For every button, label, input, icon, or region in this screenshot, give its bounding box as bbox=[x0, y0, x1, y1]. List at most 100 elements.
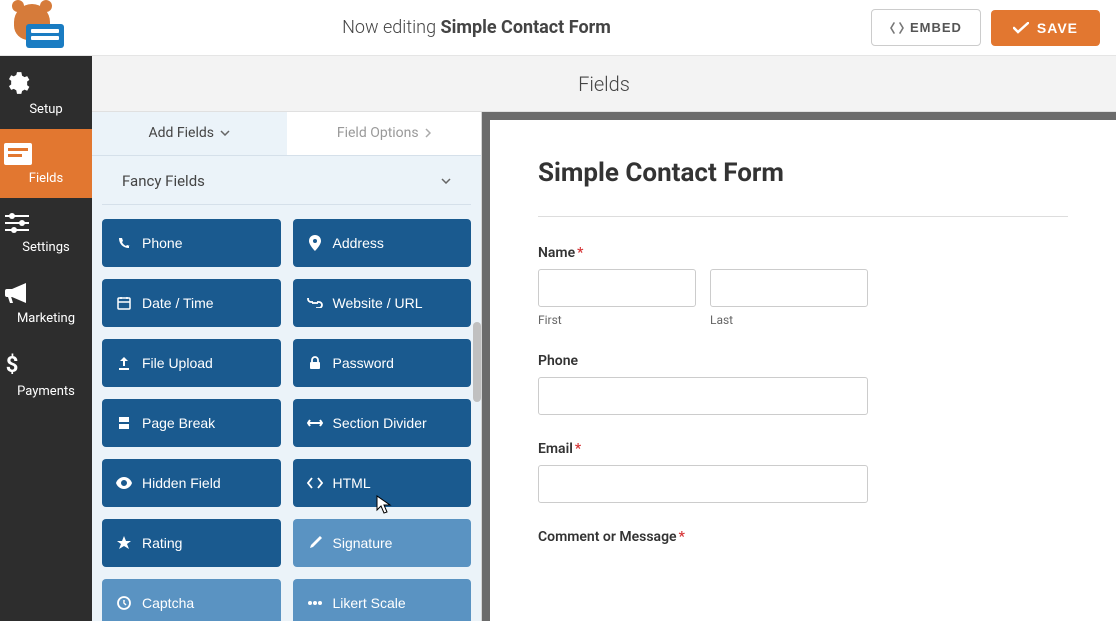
nav-label: Marketing bbox=[17, 311, 75, 326]
embed-label: EMBED bbox=[910, 20, 962, 35]
field-palette: Add Fields Field Options Fancy Fields Ph… bbox=[92, 112, 482, 621]
side-nav: Setup Fields Settings Marketing $ Paymen… bbox=[0, 56, 92, 621]
field-captcha[interactable]: Captcha bbox=[102, 579, 281, 621]
field-address[interactable]: Address bbox=[293, 219, 472, 267]
pencil-icon bbox=[307, 536, 323, 550]
required-mark: * bbox=[575, 441, 581, 457]
phone-label: Phone bbox=[538, 353, 1068, 369]
field-label: Date / Time bbox=[142, 295, 214, 311]
field-section-divider[interactable]: Section Divider bbox=[293, 399, 472, 447]
nav-label: Setup bbox=[29, 102, 62, 117]
field-label: Captcha bbox=[142, 595, 194, 611]
required-mark: * bbox=[577, 245, 583, 261]
save-label: SAVE bbox=[1037, 20, 1078, 36]
eye-icon bbox=[116, 477, 132, 489]
field-label: Section Divider bbox=[333, 415, 427, 431]
phone-icon bbox=[116, 236, 132, 250]
field-comment[interactable]: Comment or Message* bbox=[538, 529, 1068, 545]
field-hidden-field[interactable]: Hidden Field bbox=[102, 459, 281, 507]
upload-icon bbox=[116, 356, 132, 370]
section-fancy-fields[interactable]: Fancy Fields bbox=[102, 156, 471, 205]
nav-settings[interactable]: Settings bbox=[0, 198, 92, 267]
star-icon bbox=[116, 536, 132, 550]
field-phone[interactable]: Phone bbox=[102, 219, 281, 267]
phone-input[interactable] bbox=[538, 377, 868, 415]
last-sublabel: Last bbox=[710, 313, 868, 327]
panel-header: Fields bbox=[92, 56, 1116, 112]
chevron-right-icon bbox=[425, 128, 431, 138]
field-label: File Upload bbox=[142, 355, 213, 371]
field-label: Hidden Field bbox=[142, 475, 221, 491]
editing-title: Now editing Simple Contact Form bbox=[82, 17, 871, 38]
field-label: Signature bbox=[333, 535, 393, 551]
top-bar: Now editing Simple Contact Form EMBED SA… bbox=[0, 0, 1116, 56]
calendar-icon bbox=[116, 296, 132, 310]
sliders-icon bbox=[4, 212, 88, 234]
nav-payments[interactable]: $ Payments bbox=[0, 338, 92, 411]
form-name: Simple Contact Form bbox=[441, 17, 611, 38]
chevron-down-icon bbox=[441, 178, 451, 184]
field-date-time[interactable]: Date / Time bbox=[102, 279, 281, 327]
first-name-input[interactable] bbox=[538, 269, 696, 307]
svg-text:$: $ bbox=[6, 353, 19, 378]
last-name-input[interactable] bbox=[710, 269, 868, 307]
nav-marketing[interactable]: Marketing bbox=[0, 267, 92, 338]
field-label: Likert Scale bbox=[333, 595, 406, 611]
nav-setup[interactable]: Setup bbox=[0, 56, 92, 129]
save-button[interactable]: SAVE bbox=[991, 10, 1100, 46]
field-html[interactable]: HTML bbox=[293, 459, 472, 507]
panel-title: Fields bbox=[578, 72, 630, 96]
tab-label: Add Fields bbox=[149, 125, 215, 141]
field-label: Website / URL bbox=[333, 295, 423, 311]
form-divider bbox=[538, 216, 1068, 217]
nav-fields[interactable]: Fields bbox=[0, 129, 92, 198]
field-label: Rating bbox=[142, 535, 182, 551]
field-page-break[interactable]: Page Break bbox=[102, 399, 281, 447]
field-likert-scale[interactable]: Likert Scale bbox=[293, 579, 472, 621]
field-phone[interactable]: Phone bbox=[538, 353, 1068, 415]
nav-label: Payments bbox=[17, 384, 75, 399]
email-input[interactable] bbox=[538, 465, 868, 503]
field-website-url[interactable]: Website / URL bbox=[293, 279, 472, 327]
bullhorn-icon bbox=[4, 281, 88, 305]
field-name[interactable]: Name* First Last bbox=[538, 245, 1068, 327]
email-label: Email* bbox=[538, 441, 1068, 457]
dollar-icon: $ bbox=[4, 352, 88, 378]
field-grid: Phone Address Date / Time Website / URL File… bbox=[92, 205, 481, 621]
code-icon bbox=[307, 477, 323, 489]
field-label: Page Break bbox=[142, 415, 215, 431]
field-label: HTML bbox=[333, 475, 371, 491]
check-icon bbox=[1013, 22, 1029, 34]
comment-label: Comment or Message* bbox=[538, 529, 1068, 545]
form-title: Simple Contact Form bbox=[538, 158, 1068, 188]
code-icon bbox=[890, 22, 904, 34]
nav-label: Settings bbox=[22, 240, 69, 255]
scrollbar-thumb[interactable] bbox=[473, 322, 481, 402]
app-logo bbox=[16, 8, 66, 48]
field-signature[interactable]: Signature bbox=[293, 519, 472, 567]
field-password[interactable]: Password bbox=[293, 339, 472, 387]
lock-icon bbox=[307, 356, 323, 370]
editing-prefix: Now editing bbox=[342, 17, 436, 38]
name-label: Name* bbox=[538, 245, 1068, 261]
gear-icon bbox=[4, 70, 88, 96]
divider-icon bbox=[307, 419, 323, 427]
embed-button[interactable]: EMBED bbox=[871, 9, 981, 46]
link-icon bbox=[307, 298, 323, 308]
pin-icon bbox=[307, 235, 323, 251]
field-email[interactable]: Email* bbox=[538, 441, 1068, 503]
pagebreak-icon bbox=[116, 416, 132, 430]
section-label: Fancy Fields bbox=[122, 172, 205, 190]
tab-field-options[interactable]: Field Options bbox=[287, 112, 482, 155]
required-mark: * bbox=[679, 529, 685, 545]
field-file-upload[interactable]: File Upload bbox=[102, 339, 281, 387]
field-label: Password bbox=[333, 355, 394, 371]
field-rating[interactable]: Rating bbox=[102, 519, 281, 567]
field-label: Phone bbox=[142, 235, 182, 251]
form-icon bbox=[4, 143, 88, 165]
form-preview: Simple Contact Form Name* First bbox=[482, 112, 1116, 621]
likert-icon bbox=[307, 598, 323, 608]
tab-add-fields[interactable]: Add Fields bbox=[92, 112, 287, 155]
captcha-icon bbox=[116, 596, 132, 610]
chevron-down-icon bbox=[220, 130, 230, 136]
